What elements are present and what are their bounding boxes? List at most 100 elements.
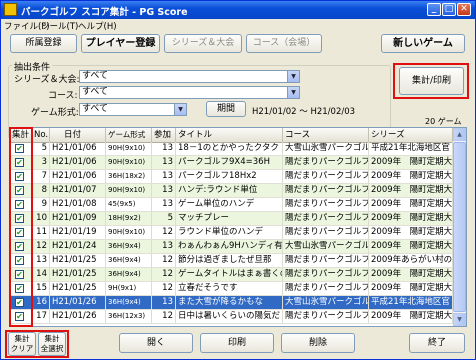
cell-date: H21/01/06 bbox=[50, 142, 106, 155]
cell-series: 2009年 陽町定期大 bbox=[371, 212, 453, 225]
cell-series: 2009年 陽町定期大 bbox=[371, 310, 453, 323]
cell-count: 13 bbox=[152, 296, 176, 309]
delete-button[interactable]: 削除 bbox=[281, 333, 355, 353]
cell-title: 節分は過ぎましたぜ旦那 bbox=[176, 254, 283, 267]
cell-format: 9H(9x1) bbox=[106, 282, 152, 295]
table-row[interactable]: ✔ 10 H21/01/09 18H(9x2) 5 マッチプレー 陽だまりパークゴルフ 200… bbox=[10, 212, 453, 226]
cell-series: 2009年 陽町定期大 bbox=[371, 198, 453, 211]
chevron-down-icon[interactable]: ▼ bbox=[287, 87, 299, 98]
course-select-value: すべて bbox=[82, 87, 109, 97]
scroll-down-icon[interactable]: ▼ bbox=[453, 313, 466, 326]
vertical-scrollbar[interactable]: ▲ ▼ bbox=[453, 128, 466, 326]
scroll-up-icon[interactable]: ▲ bbox=[453, 128, 466, 141]
cell-course: 陽だまりパークゴルフ bbox=[285, 184, 369, 197]
cell-format: 36H(12x3) bbox=[106, 310, 152, 323]
series-tournament-button[interactable]: シリーズ＆大会 bbox=[164, 34, 242, 53]
col-format[interactable]: ゲーム形式 bbox=[106, 128, 152, 142]
cell-count: 13 bbox=[152, 240, 176, 253]
open-button[interactable]: 開く bbox=[119, 333, 193, 353]
series-select[interactable]: すべて ▼ bbox=[79, 70, 300, 83]
cell-no: 10 bbox=[32, 212, 50, 225]
col-series[interactable]: シリーズ bbox=[369, 128, 453, 142]
course-select[interactable]: すべて ▼ bbox=[79, 86, 300, 99]
chevron-down-icon[interactable]: ▼ bbox=[287, 71, 299, 82]
cell-date: H21/01/26 bbox=[50, 310, 106, 323]
cell-no: 11 bbox=[32, 226, 50, 239]
col-course[interactable]: コース bbox=[283, 128, 369, 142]
cell-count: 12 bbox=[152, 268, 176, 281]
close-button[interactable]: ✕ bbox=[457, 3, 471, 16]
cell-course: 大雪山氷雪パークゴル bbox=[285, 142, 369, 155]
new-game-button[interactable]: 新しいゲーム bbox=[381, 34, 465, 53]
aggregate-print-button[interactable]: 集計/印刷 bbox=[399, 67, 464, 95]
aggregate-clear-button[interactable]: 集計 クリア bbox=[8, 332, 36, 356]
cell-no: 13 bbox=[32, 254, 50, 267]
cell-count: 12 bbox=[152, 226, 176, 239]
cell-count: 13 bbox=[152, 198, 176, 211]
cell-date: H21/01/25 bbox=[50, 268, 106, 281]
cell-course: 大雪山氷雪パークゴル bbox=[285, 296, 369, 309]
cell-title: 日中は暑いくらいの陽気だ bbox=[176, 310, 283, 323]
cell-date: H21/01/07 bbox=[50, 184, 106, 197]
col-count[interactable]: 参加 bbox=[152, 128, 176, 142]
cell-format: 90H(9x10) bbox=[106, 184, 152, 197]
cell-date: H21/01/06 bbox=[50, 156, 106, 169]
series-select-value: すべて bbox=[82, 71, 109, 81]
table-row[interactable]: ✔ 14 H21/01/25 36H(9x4) 12 ゲームタイトルはまぁ書くの 陽だまりパ… bbox=[10, 268, 453, 282]
cell-date: H21/01/25 bbox=[50, 254, 106, 267]
cell-course: 陽だまりパークゴルフ bbox=[285, 254, 369, 267]
exit-button[interactable]: 終了 bbox=[409, 333, 465, 353]
cell-count: 12 bbox=[152, 310, 176, 323]
chevron-down-icon[interactable]: ▼ bbox=[174, 104, 186, 115]
app-icon bbox=[4, 3, 17, 16]
table-row[interactable]: ✔ 15 H21/01/25 9H(9x1) 12 立春だそうです 陽だまりパークゴルフ 20… bbox=[10, 282, 453, 296]
cell-title: ゲームタイトルはまぁ書くの bbox=[178, 268, 283, 281]
cell-series: 2009年 陽町定期大 bbox=[371, 282, 453, 295]
minimize-button[interactable]: _ bbox=[427, 3, 441, 16]
course-venue-button[interactable]: コース（会場） bbox=[246, 34, 322, 53]
period-button[interactable]: 期間 bbox=[206, 101, 246, 117]
aggregate-select-all-button[interactable]: 集計 全選択 bbox=[38, 332, 66, 356]
aggregate-column-highlight bbox=[9, 127, 33, 327]
cell-title: また大雪が降るかもな bbox=[176, 296, 283, 309]
scroll-thumb[interactable] bbox=[453, 142, 466, 312]
table-row[interactable]: ✔ 17 H21/01/26 36H(12x3) 12 日中は暑いくらいの陽気だ 陽だまりパ… bbox=[10, 310, 453, 324]
table-row[interactable]: ✔ 9 H21/01/08 45(9x5) 13 ゲーム単位のハンデ 陽だまりパークゴルフ 2… bbox=[10, 198, 453, 212]
menu-help[interactable]: ヘルプ(H) bbox=[78, 20, 117, 32]
table-row[interactable]: ✔ 13 H21/01/25 36H(9x4) 12 節分は過ぎましたぜ旦那 陽だまりパーク… bbox=[10, 254, 453, 268]
cell-count: 5 bbox=[152, 212, 176, 225]
format-select[interactable]: すべて ▼ bbox=[79, 103, 187, 116]
table-row[interactable]: ✔ 5 H21/01/06 90H(9x10) 13 18－1のとかやったクタク 大雪山氷雪… bbox=[10, 142, 453, 156]
col-no[interactable]: No. bbox=[32, 128, 50, 142]
cell-date: H21/01/25 bbox=[50, 282, 106, 295]
print-button[interactable]: 印刷 bbox=[200, 333, 274, 353]
cell-course: 陽だまりパークゴルフ bbox=[285, 310, 369, 323]
cell-no: 8 bbox=[32, 184, 50, 197]
cell-series: 2009年 陽町定期大 bbox=[371, 170, 453, 183]
cell-course: 陽だまりパークゴルフ bbox=[285, 282, 369, 295]
period-range: H21/01/02 ～ H21/02/03 bbox=[252, 107, 356, 117]
table-row[interactable]: ✔ 8 H21/01/07 90H(9x10) 13 ハンデ:ラウンド単位 陽だまりパークゴ… bbox=[10, 184, 453, 198]
table-row[interactable]: ✔ 7 H21/01/06 36H(18x2) 13 パークゴルフ18Hx2 陽だまりパーク… bbox=[10, 170, 453, 184]
table-row[interactable]: ✔ 3 H21/01/06 90H(9x10) 13 パークゴルフ9X4=36H 陽だまりパ… bbox=[10, 156, 453, 170]
cell-course: 陽だまりパークゴルフ bbox=[285, 170, 369, 183]
cell-title: 18－1のとかやったクタク bbox=[176, 142, 283, 155]
venue-registration-button[interactable]: 所属登録 bbox=[10, 34, 77, 53]
cell-no: 14 bbox=[32, 268, 50, 281]
menu-tools[interactable]: ツール(T) bbox=[41, 20, 78, 32]
cell-series: 2009年あらがい村のPG bbox=[371, 254, 453, 267]
cell-series: 2009年 陽町定期大 bbox=[371, 268, 453, 281]
cell-series: 2009年 陽町定期大 bbox=[371, 184, 453, 197]
cell-count: 12 bbox=[152, 254, 176, 267]
cell-course: 陽だまりパークゴルフ bbox=[285, 212, 369, 225]
col-title[interactable]: タイトル bbox=[176, 128, 283, 142]
player-registration-button[interactable]: プレイヤー登録 bbox=[81, 34, 160, 53]
cell-title: パークゴルフ9X4=36H bbox=[176, 156, 283, 169]
col-date[interactable]: 日付 bbox=[50, 128, 106, 142]
table-row[interactable]: ✔ 16 H21/01/26 36H(9x4) 13 また大雪が降るかもな 大雪山氷雪パーク… bbox=[10, 296, 453, 310]
title-bar[interactable]: パークゴルフ スコア集計 - PG Score _ □ ✕ bbox=[1, 1, 475, 19]
maximize-button[interactable]: □ bbox=[442, 3, 456, 16]
table-row[interactable]: ✔ 12 H21/01/24 36H(9x4) 13 わぁんわぁん9Hハンディ有 大雪山氷雪… bbox=[10, 240, 453, 254]
series-label: シリーズ＆大会: bbox=[14, 75, 80, 85]
table-row[interactable]: ✔ 11 H21/01/19 90H(9x10) 12 ラウンド単位のハンデ 陽だまりパーク… bbox=[10, 226, 453, 240]
